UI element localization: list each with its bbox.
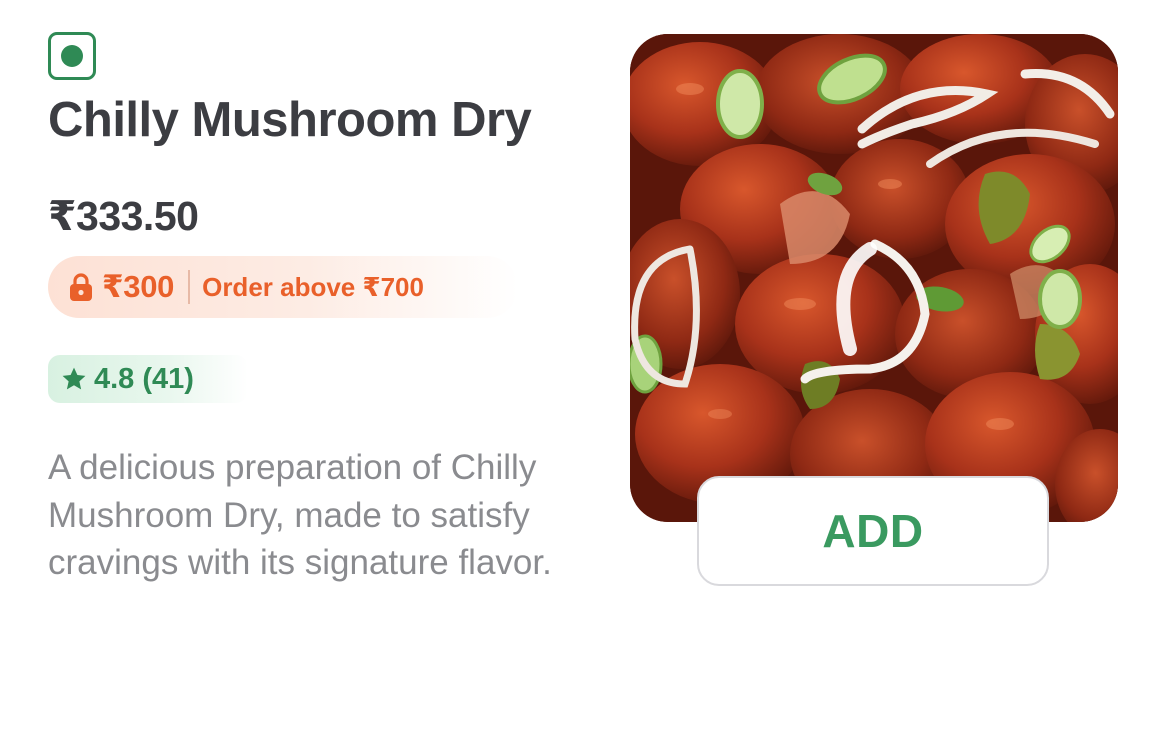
offer-badge[interactable]: ₹300 Order above ₹700	[48, 256, 518, 318]
rating-value: 4.8 (41)	[94, 362, 194, 395]
offer-price: ₹300	[102, 269, 175, 304]
dish-title: Chilly Mushroom Dry	[48, 93, 532, 147]
star-icon	[62, 367, 86, 390]
lock-icon	[70, 273, 92, 301]
dish-photo-illustration	[630, 34, 1118, 522]
veg-indicator-icon	[48, 32, 96, 80]
veg-dot	[61, 45, 83, 67]
dish-description: A delicious preparation of Chilly Mushro…	[48, 448, 552, 582]
rating-badge[interactable]: 4.8 (41)	[48, 355, 248, 403]
dish-image[interactable]	[630, 34, 1118, 522]
offer-condition: Order above ₹700	[202, 271, 424, 302]
offer-divider	[188, 270, 191, 304]
dish-price: ₹333.50	[48, 193, 199, 239]
add-button[interactable]: ADD	[697, 476, 1049, 586]
